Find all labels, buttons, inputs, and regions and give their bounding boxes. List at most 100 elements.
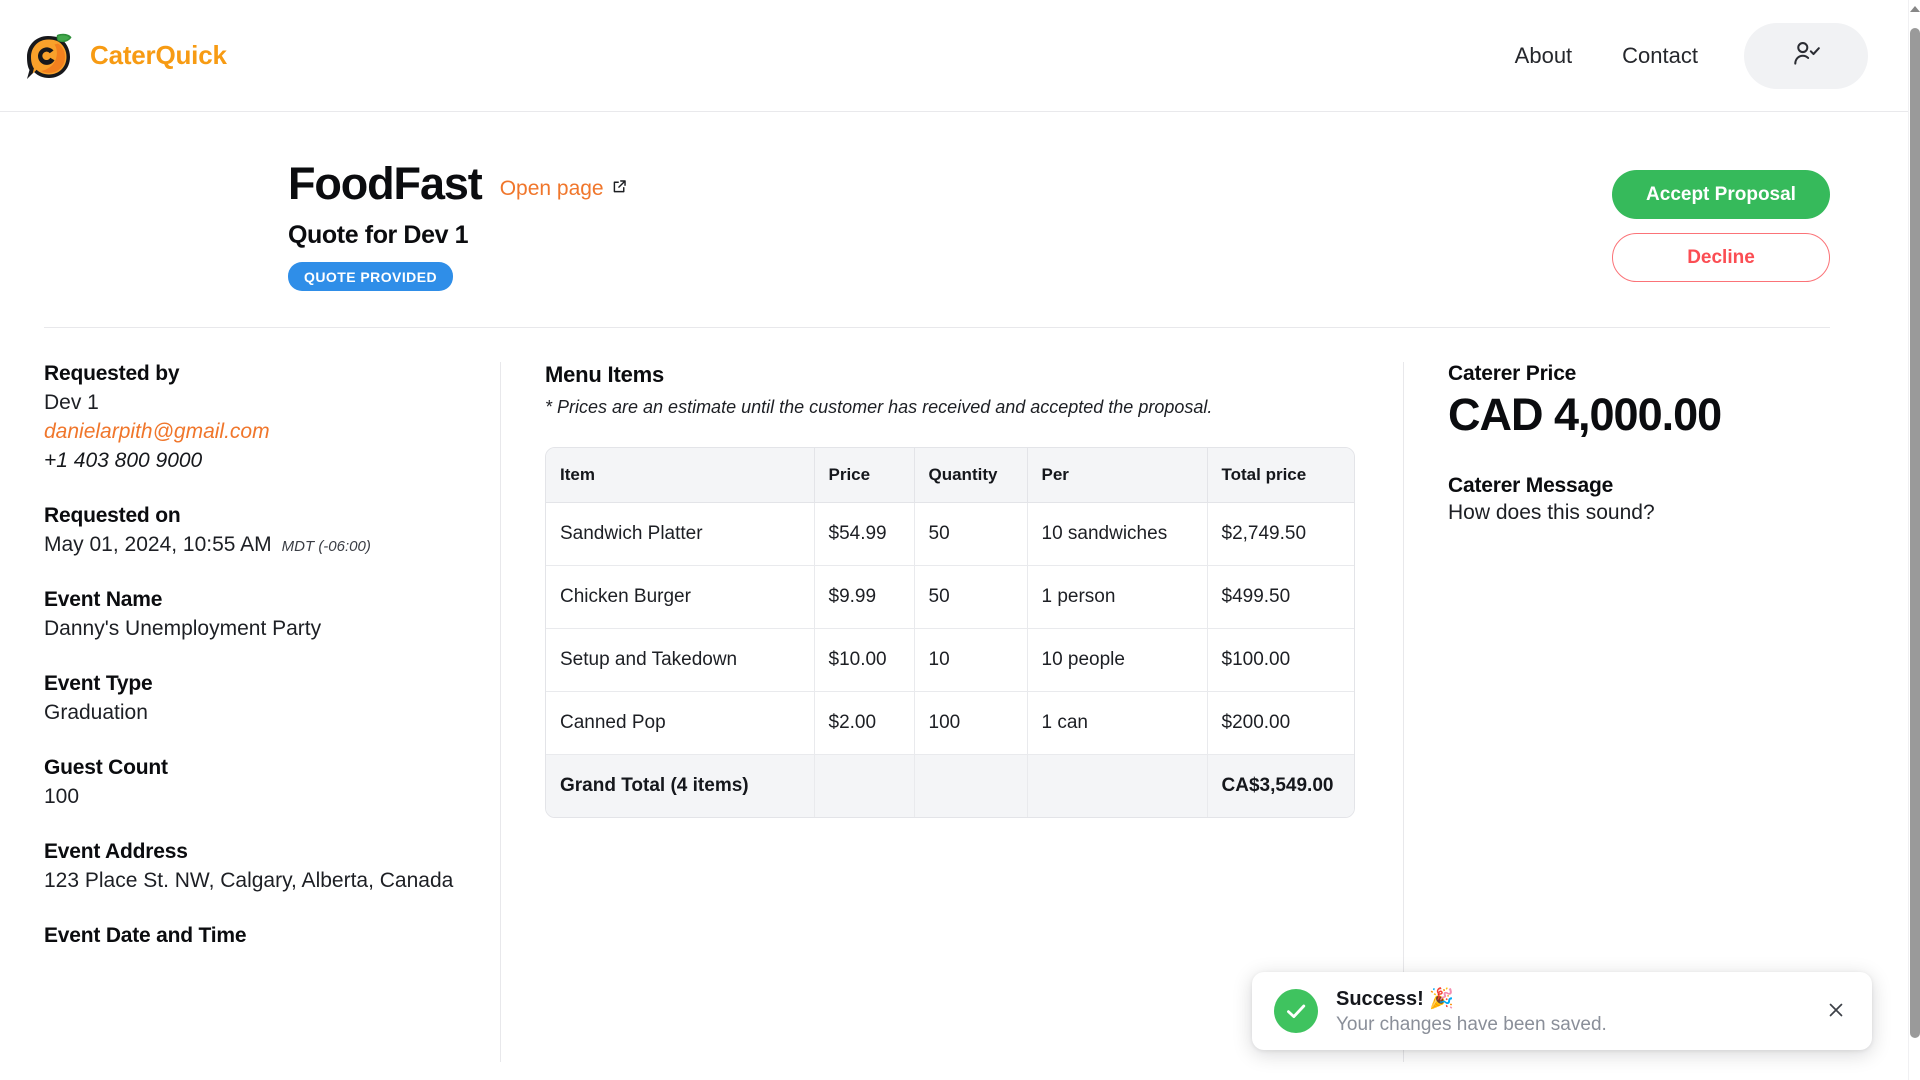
request-details-column: Requested by Dev 1 danielarpith@gmail.co… [0, 362, 500, 1062]
site-header: CaterQuick About Contact [0, 0, 1908, 112]
event-datetime-label: Event Date and Time [44, 924, 247, 947]
user-check-icon [1791, 39, 1821, 72]
page-title: FoodFast [288, 158, 483, 209]
menu-items-disclaimer: * Prices are an estimate until the custo… [545, 397, 1213, 418]
quote-title-row: FoodFast Open page Quote for Dev 1 QUOTE… [0, 112, 1908, 292]
cell-item: Canned Pop [546, 691, 815, 755]
field-event-name: Event Name Danny's Unemployment Party [44, 588, 460, 644]
cell-price: $10.00 [814, 628, 915, 692]
app-viewport: CaterQuick About Contact FoodFast Open p… [0, 0, 1920, 1080]
check-circle-icon [1274, 989, 1318, 1033]
column-header-price[interactable]: Price [814, 447, 915, 503]
scrollbar-thumb[interactable] [1910, 28, 1920, 1038]
cell-price: $9.99 [814, 565, 915, 629]
grand-total-spacer-quantity [914, 754, 1028, 817]
field-guest-count: Guest Count 100 [44, 756, 460, 812]
field-event-address: Event Address 123 Place St. NW, Calgary,… [44, 840, 460, 896]
caterer-message-text: How does this sound? [1448, 500, 1655, 524]
field-event-datetime: Event Date and Time [44, 924, 460, 948]
menu-items-table-container: Item Price Quantity Per Total price Sand… [545, 446, 1355, 818]
toast-body: Success! 🎉 Your changes have been saved. [1336, 986, 1804, 1036]
cell-total: $200.00 [1207, 691, 1354, 755]
event-name-value: Danny's Unemployment Party [44, 617, 322, 641]
cell-per: 10 people [1027, 628, 1208, 692]
caterer-price-label: Caterer Price [1448, 362, 1577, 386]
caterquick-lemon-logo-icon [22, 29, 76, 83]
caterer-price-amount: CAD 4,000.00 [1448, 389, 1722, 441]
grand-total-row: Grand Total (4 items) CA$3,549.00 [546, 754, 1354, 817]
external-link-icon [611, 177, 628, 201]
org-title-line: FoodFast Open page [288, 160, 628, 207]
caterer-message-label: Caterer Message [1448, 473, 1614, 497]
field-event-type: Event Type Graduation [44, 672, 460, 728]
requested-by-label: Requested by [44, 362, 180, 386]
field-requested-on: Requested on May 01, 2024, 10:55 AM MDT … [44, 504, 460, 560]
nav-link-contact[interactable]: Contact [1622, 43, 1698, 69]
grand-total-label: Grand Total (4 items) [546, 754, 815, 817]
requested-on-timezone: MDT (-06:00) [281, 538, 371, 556]
menu-items-column: Menu Items * Prices are an estimate unti… [500, 362, 1403, 1063]
accept-proposal-button[interactable]: Accept Proposal [1612, 170, 1830, 219]
event-address-label: Event Address [44, 840, 188, 864]
scroll-up-arrow-icon[interactable] [1910, 6, 1920, 12]
vertical-scrollbar[interactable] [1908, 0, 1920, 1080]
account-button[interactable] [1744, 22, 1868, 89]
brand-name: CaterQuick [90, 40, 227, 70]
menu-items-table: Item Price Quantity Per Total price Sand… [546, 447, 1354, 817]
brand-logo-link[interactable]: CaterQuick [22, 29, 227, 83]
column-header-item[interactable]: Item [546, 447, 815, 503]
quote-actions: Accept Proposal Decline [1612, 160, 1830, 282]
cell-total: $499.50 [1207, 565, 1354, 629]
cell-price: $2.00 [814, 691, 915, 755]
column-header-quantity[interactable]: Quantity [914, 447, 1028, 503]
quote-subtitle: Quote for Dev 1 [288, 221, 469, 250]
requested-by-phone: +1 403 800 9000 [44, 449, 203, 473]
cell-quantity: 100 [914, 691, 1028, 755]
cell-per: 10 sandwiches [1027, 502, 1208, 566]
cell-per: 1 person [1027, 565, 1208, 629]
close-icon [1826, 1000, 1846, 1023]
open-page-label: Open page [499, 177, 604, 200]
cell-quantity: 50 [914, 502, 1028, 566]
event-type-value: Graduation [44, 701, 148, 725]
event-name-label: Event Name [44, 588, 163, 612]
status-badge: QUOTE PROVIDED [288, 262, 454, 292]
cell-quantity: 50 [914, 565, 1028, 629]
quote-columns: Requested by Dev 1 danielarpith@gmail.co… [0, 328, 1908, 1063]
caterer-summary-column: Caterer Price CAD 4,000.00 Caterer Messa… [1403, 362, 1908, 1063]
grand-total-spacer-price [814, 754, 915, 817]
menu-table-body: Sandwich Platter $54.99 50 10 sandwiches… [546, 502, 1354, 817]
cell-total: $100.00 [1207, 628, 1354, 692]
requested-by-email[interactable]: danielarpith@gmail.com [44, 418, 460, 447]
toast-message: Your changes have been saved. [1336, 1014, 1607, 1035]
guest-count-value: 100 [44, 785, 80, 809]
open-page-link[interactable]: Open page [500, 177, 628, 201]
requested-on-label: Requested on [44, 504, 181, 528]
table-row: Canned Pop $2.00 100 1 can $200.00 [546, 691, 1354, 755]
requested-on-value: May 01, 2024, 10:55 AM [44, 533, 272, 557]
column-header-per[interactable]: Per [1027, 447, 1208, 503]
requested-on-row: May 01, 2024, 10:55 AM MDT (-06:00) [44, 531, 460, 560]
guest-count-label: Guest Count [44, 756, 168, 780]
toast-title: Success! 🎉 [1336, 988, 1455, 1010]
table-row: Setup and Takedown $10.00 10 10 people $… [546, 628, 1354, 692]
quote-page: FoodFast Open page Quote for Dev 1 QUOTE… [0, 112, 1908, 1063]
primary-nav: About Contact [1515, 43, 1698, 69]
menu-table-head: Item Price Quantity Per Total price [546, 447, 1354, 503]
toast-close-button[interactable] [1822, 997, 1850, 1025]
grand-total-spacer-per [1027, 754, 1208, 817]
cell-item: Setup and Takedown [546, 628, 815, 692]
cell-price: $54.99 [814, 502, 915, 566]
cell-quantity: 10 [914, 628, 1028, 692]
cell-per: 1 can [1027, 691, 1208, 755]
cell-item: Chicken Burger [546, 565, 815, 629]
column-header-total[interactable]: Total price [1207, 447, 1354, 503]
table-row: Chicken Burger $9.99 50 1 person $499.50 [546, 565, 1354, 629]
grand-total-value: CA$3,549.00 [1207, 754, 1354, 817]
nav-link-about[interactable]: About [1515, 43, 1573, 69]
decline-button[interactable]: Decline [1612, 233, 1830, 282]
event-type-label: Event Type [44, 672, 153, 696]
event-address-value: 123 Place St. NW, Calgary, Alberta, Cana… [44, 869, 454, 893]
requested-by-name: Dev 1 [44, 391, 99, 415]
cell-item: Sandwich Platter [546, 502, 815, 566]
